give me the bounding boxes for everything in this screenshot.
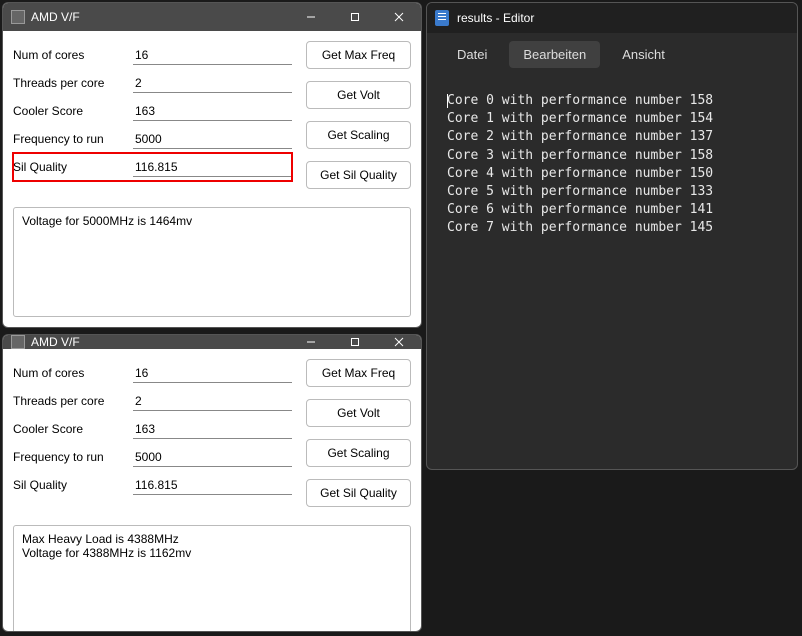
action-button[interactable]: Get Scaling [306,439,411,467]
editor-line: Core 5 with performance number 133 [447,183,777,201]
field-input[interactable] [133,391,292,411]
field-row: Sil Quality [13,153,292,181]
window-controls [289,3,421,31]
field-input[interactable] [133,447,292,467]
notepad-icon [435,10,449,26]
app-icon [11,10,25,24]
field-label: Threads per core [13,394,133,408]
window-title: AMD V/F [31,335,289,349]
field-label: Frequency to run [13,132,133,146]
titlebar[interactable]: AMD V/F [3,3,421,31]
field-label: Threads per core [13,76,133,90]
form-body: Num of cores Threads per core Cooler Score… [3,31,421,199]
menu-item[interactable]: Ansicht [608,41,679,68]
field-label: Sil Quality [13,478,133,492]
window-title: AMD V/F [31,10,289,24]
field-label: Sil Quality [13,160,133,174]
field-input[interactable] [133,157,292,177]
editor-line: Core 2 with performance number 137 [447,128,777,146]
field-row: Threads per core [13,69,292,97]
titlebar[interactable]: results - Editor [427,3,797,33]
field-row: Frequency to run [13,443,292,471]
close-button[interactable] [377,335,421,349]
field-input[interactable] [133,45,292,65]
amd-vf-window-1: AMD V/F Num of cores Threads per core Cool… [2,2,422,328]
field-row: Sil Quality [13,471,292,499]
field-row: Num of cores [13,41,292,69]
field-input[interactable] [133,363,292,383]
field-label: Frequency to run [13,450,133,464]
window-controls [289,335,421,349]
action-button[interactable]: Get Max Freq [306,41,411,69]
titlebar[interactable]: AMD V/F [3,335,421,349]
field-input[interactable] [133,475,292,495]
field-input[interactable] [133,419,292,439]
editor-line: Core 0 with performance number 158 [447,92,777,110]
action-button[interactable]: Get Sil Quality [306,161,411,189]
field-row: Cooler Score [13,97,292,125]
app-icon [11,335,25,349]
maximize-button[interactable] [333,335,377,349]
action-button[interactable]: Get Volt [306,399,411,427]
field-label: Cooler Score [13,104,133,118]
close-button[interactable] [377,3,421,31]
minimize-button[interactable] [289,3,333,31]
action-button[interactable]: Get Sil Quality [306,479,411,507]
field-row: Num of cores [13,359,292,387]
editor-line: Core 6 with performance number 141 [447,201,777,219]
menu-item[interactable]: Datei [443,41,501,68]
action-button[interactable]: Get Max Freq [306,359,411,387]
editor-content[interactable]: Core 0 with performance number 158Core 1… [427,76,797,254]
action-button[interactable]: Get Scaling [306,121,411,149]
window-title: results - Editor [457,11,797,25]
output-textarea[interactable]: Max Heavy Load is 4388MHz Voltage for 43… [13,525,411,632]
results-editor-window: results - Editor DateiBearbeitenAnsicht … [426,2,798,470]
maximize-button[interactable] [333,3,377,31]
field-label: Num of cores [13,366,133,380]
field-row: Threads per core [13,387,292,415]
editor-line: Core 1 with performance number 154 [447,110,777,128]
text-cursor [447,94,448,108]
field-row: Frequency to run [13,125,292,153]
editor-line: Core 3 with performance number 158 [447,147,777,165]
amd-vf-window-2: AMD V/F Num of cores Threads per core Cool… [2,334,422,632]
action-button[interactable]: Get Volt [306,81,411,109]
minimize-button[interactable] [289,335,333,349]
editor-line: Core 7 with performance number 145 [447,219,777,237]
field-label: Cooler Score [13,422,133,436]
field-input[interactable] [133,101,292,121]
editor-line: Core 4 with performance number 150 [447,165,777,183]
output-textarea[interactable]: Voltage for 5000MHz is 1464mv [13,207,411,317]
menubar: Datei Bearbeiten Ansicht [427,33,797,76]
field-label: Num of cores [13,48,133,62]
field-input[interactable] [133,73,292,93]
field-row: Cooler Score [13,415,292,443]
form-body: Num of cores Threads per core Cooler Score… [3,349,421,517]
field-input[interactable] [133,129,292,149]
menu-item[interactable]: Bearbeiten [509,41,600,68]
